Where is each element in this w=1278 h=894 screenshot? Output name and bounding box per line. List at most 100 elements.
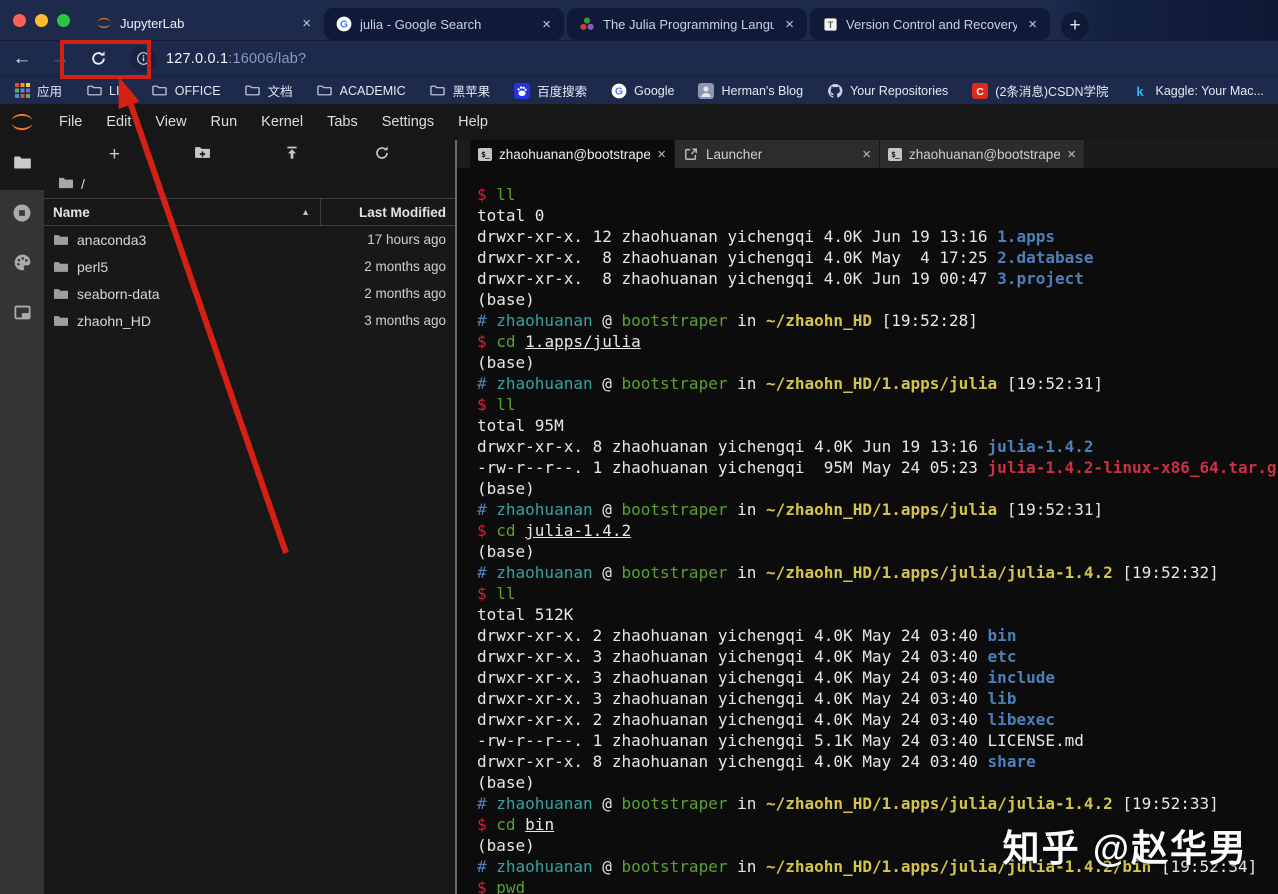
terminal-output[interactable]: $ lltotal 0drwxr-xr-x. 12 zhaohuanan yic… <box>457 168 1278 894</box>
sidebar-tab-filebrowser[interactable] <box>0 140 44 190</box>
folder-icon <box>152 83 168 99</box>
browser-tab-1[interactable]: JupyterLab× <box>84 6 324 40</box>
terminal-line: drwxr-xr-x. 8 zhaohuanan yichengqi 4.0K … <box>477 268 1278 289</box>
bookmark-10[interactable]: Your Repositories <box>827 83 948 99</box>
avatar-icon <box>698 83 714 99</box>
bookmark-4[interactable]: 文档 <box>245 81 293 100</box>
svg-text:G: G <box>615 85 623 97</box>
file-modified: 17 hours ago <box>367 232 446 247</box>
new-launcher-button[interactable]: + <box>109 144 120 166</box>
terminal-line: total 95M <box>477 415 1278 436</box>
file-name: perl5 <box>77 259 356 275</box>
running-sessions-icon <box>12 203 32 228</box>
upload-button[interactable] <box>284 145 300 166</box>
terminal-line: drwxr-xr-x. 8 zhaohuanan yichengqi 4.0K … <box>477 436 1278 457</box>
csdn-icon: C <box>972 83 988 99</box>
reload-icon[interactable] <box>82 44 114 74</box>
dock-tabbar: $_zhaohuanan@bootstraper×Launcher×$_zhao… <box>457 140 1278 168</box>
menu-tabs[interactable]: Tabs <box>315 104 370 140</box>
folder-icon <box>53 313 69 329</box>
new-tab-button[interactable]: + <box>1061 12 1089 40</box>
tab-close-icon[interactable]: × <box>539 16 554 33</box>
jupyterlab-menubar: FileEditViewRunKernelTabsSettingsHelp <box>0 104 1278 140</box>
tab-close-icon[interactable]: × <box>1067 146 1076 163</box>
bookmark-1[interactable]: 应用 <box>14 81 62 100</box>
tab-close-icon[interactable]: × <box>782 16 797 33</box>
back-icon[interactable]: ← <box>6 44 38 74</box>
terminal-line: $ cd julia-1.4.2 <box>477 520 1278 541</box>
dock-tab-3[interactable]: $_zhaohuanan@bootstraper× <box>880 140 1085 168</box>
sort-caret-icon: ▲ <box>301 207 310 217</box>
bookmark-7[interactable]: 百度搜索 <box>514 81 587 100</box>
tab-close-icon[interactable]: × <box>862 146 871 163</box>
activity-bar <box>0 140 44 894</box>
terminal-line: # zhaohuanan @ bootstraper in ~/zhaohn_H… <box>477 499 1278 520</box>
jupyter-favicon-icon <box>96 15 112 31</box>
window-minimize-button[interactable] <box>35 14 48 27</box>
file-row-seaborn-data[interactable]: seaborn-data2 months ago <box>44 280 455 307</box>
github-icon <box>827 83 843 99</box>
tab-title: julia - Google Search <box>360 17 531 32</box>
terminal-line: $ ll <box>477 583 1278 604</box>
dock-tab-title: Launcher <box>706 147 855 162</box>
refresh-button[interactable] <box>374 145 390 166</box>
bookmark-6[interactable]: 黑苹果 <box>430 81 491 100</box>
sidebar-tab-commands[interactable] <box>0 240 44 290</box>
site-info-icon[interactable] <box>130 46 156 72</box>
terminal-line: drwxr-xr-x. 2 zhaohuanan yichengqi 4.0K … <box>477 625 1278 646</box>
tab-close-icon[interactable]: × <box>1025 16 1040 33</box>
bookmark-label: Herman's Blog <box>721 84 803 98</box>
bookmark-3[interactable]: OFFICE <box>152 83 221 99</box>
dock-tab-2[interactable]: Launcher × <box>675 140 880 168</box>
menu-file[interactable]: File <box>47 104 94 140</box>
tab-close-icon[interactable]: × <box>657 146 666 163</box>
column-last-modified[interactable]: Last Modified <box>320 199 455 226</box>
sidebar-tab-running[interactable] <box>0 190 44 240</box>
terminal-line: drwxr-xr-x. 8 zhaohuanan yichengqi 4.0K … <box>477 247 1278 268</box>
terminal-line: # zhaohuanan @ bootstraper in ~/zhaohn_H… <box>477 310 1278 331</box>
bookmark-label: Google <box>634 84 674 98</box>
apps-icon <box>14 83 30 99</box>
bookmark-label: (2条消息)CSDN学院 <box>995 81 1108 100</box>
bookmark-8[interactable]: G Google <box>611 83 674 99</box>
browser-tab-2[interactable]: Gjulia - Google Search× <box>324 8 564 40</box>
bookmark-2[interactable]: LIB <box>86 83 128 99</box>
tab-title: Version Control and Recovery <box>846 17 1017 32</box>
menu-edit[interactable]: Edit <box>94 104 143 140</box>
file-row-zhaohn_HD[interactable]: zhaohn_HD3 months ago <box>44 307 455 334</box>
menu-view[interactable]: View <box>143 104 198 140</box>
file-name: seaborn-data <box>77 286 356 302</box>
bookmark-9[interactable]: Herman's Blog <box>698 83 803 99</box>
url-bar[interactable]: 127.0.0.1:16006/lab? <box>166 51 306 67</box>
column-name[interactable]: Name ▲ <box>44 205 320 220</box>
forward-icon[interactable]: → <box>44 44 76 74</box>
menu-settings[interactable]: Settings <box>370 104 446 140</box>
bookmark-label: LIB <box>109 84 128 98</box>
terminal-line: drwxr-xr-x. 8 zhaohuanan yichengqi 4.0K … <box>477 751 1278 772</box>
watermark: 知乎 @赵华男 <box>1003 818 1248 872</box>
bookmark-5[interactable]: ACADEMIC <box>317 83 406 99</box>
svg-text:T: T <box>827 19 833 29</box>
menu-run[interactable]: Run <box>199 104 250 140</box>
browser-tab-4[interactable]: T Version Control and Recovery × <box>810 8 1050 40</box>
new-folder-button[interactable] <box>194 144 211 166</box>
sidebar-tab-open-tabs[interactable] <box>0 290 44 340</box>
breadcrumb[interactable]: / <box>44 170 455 198</box>
window-close-button[interactable] <box>13 14 26 27</box>
file-row-anaconda3[interactable]: anaconda317 hours ago <box>44 226 455 253</box>
bookmark-12[interactable]: kKaggle: Your Mac... <box>1132 83 1263 99</box>
menu-help[interactable]: Help <box>446 104 500 140</box>
file-row-perl5[interactable]: perl52 months ago <box>44 253 455 280</box>
jupyter-logo-icon <box>9 109 35 135</box>
dock-tab-1[interactable]: $_zhaohuanan@bootstraper× <box>470 140 675 168</box>
browser-tab-3[interactable]: The Julia Programming Langua× <box>567 8 807 40</box>
baidu-icon <box>514 83 530 99</box>
bookmark-11[interactable]: C (2条消息)CSDN学院 <box>972 81 1108 100</box>
browser-titlebar: JupyterLab×Gjulia - Google Search×The Ju… <box>0 0 1278 40</box>
tab-close-icon[interactable]: × <box>299 15 314 32</box>
window-zoom-button[interactable] <box>57 14 70 27</box>
file-browser-panel: + / Name ▲ Last Modified anaconda317 hou… <box>44 140 457 894</box>
bookmark-label: 应用 <box>37 81 62 100</box>
menu-kernel[interactable]: Kernel <box>249 104 315 140</box>
terminal-line: -rw-r--r--. 1 zhaohuanan yichengqi 5.1K … <box>477 730 1278 751</box>
